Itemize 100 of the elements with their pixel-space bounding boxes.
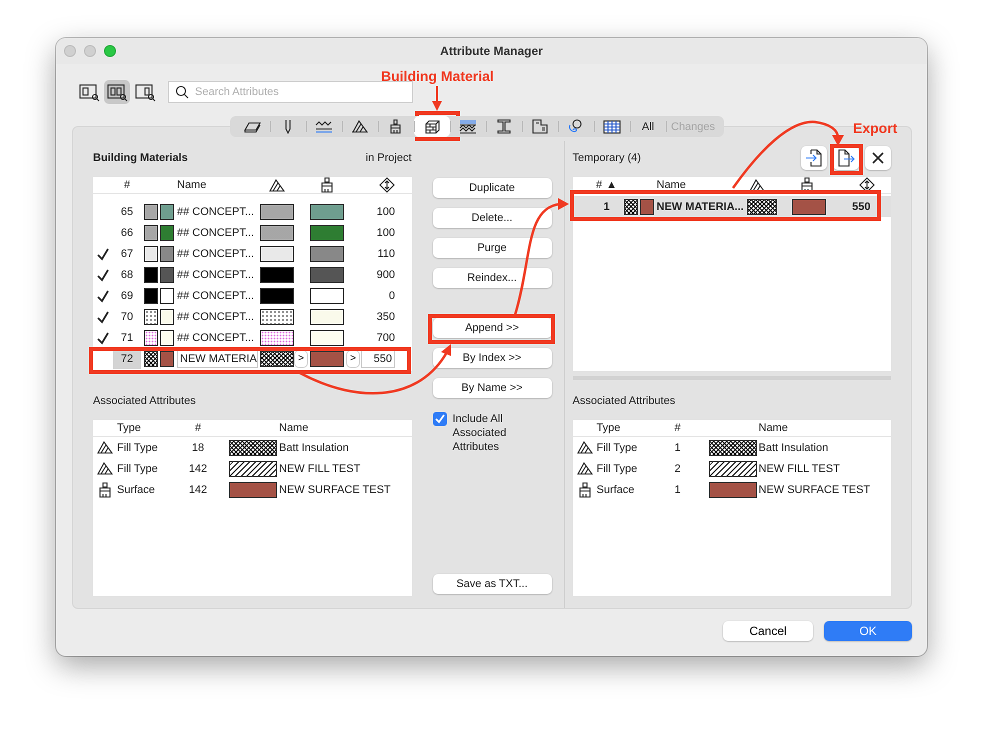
name-cell: ## CONCEPT...	[177, 332, 254, 344]
name-cell: ## CONCEPT...	[177, 206, 254, 218]
tab[interactable]: All	[630, 116, 666, 137]
line-type-icon	[315, 119, 333, 134]
section-title: Associated Attributes	[93, 395, 196, 407]
type-cell-text: Fill Type	[117, 462, 159, 474]
import-button[interactable]	[801, 146, 827, 170]
number-cell[interactable]: 70	[113, 310, 141, 322]
browser-view-icon	[134, 82, 156, 102]
number-cell-text: 18	[190, 442, 206, 454]
fill-swatch	[229, 460, 277, 476]
name-cell: NEW SURFACE TEST	[758, 484, 870, 496]
hatch-icon[interactable]	[748, 178, 764, 192]
tab[interactable]	[414, 116, 450, 137]
table-row[interactable]: 68 ## CONCEPT... 900	[93, 264, 412, 285]
number-cell[interactable]: 66	[113, 226, 141, 238]
number-cell[interactable]: 65	[113, 206, 141, 218]
diamond-arrow-icon[interactable]	[379, 177, 395, 193]
annotation-label: Export	[853, 120, 898, 136]
append-button[interactable]: By Name >>	[432, 378, 552, 398]
action-button[interactable]: Duplicate	[432, 178, 552, 198]
fill-swatch	[229, 440, 277, 456]
table-row[interactable]: 71 ## CONCEPT... 700	[93, 327, 412, 348]
highlight-frame	[415, 111, 460, 141]
hatch-icon[interactable]	[269, 178, 285, 192]
name-cell: ## CONCEPT...	[177, 268, 254, 280]
append-button[interactable]: Append >>	[432, 318, 552, 338]
thickness-cell: 100	[376, 206, 395, 218]
name-cell: Batt Insulation	[758, 442, 828, 454]
section-title: Associated Attributes	[572, 395, 676, 407]
hatch-icon	[97, 440, 113, 456]
type-cell-text: Surface	[117, 484, 156, 496]
table-row[interactable]: 72 NEW MATERIA > > 550	[93, 348, 412, 369]
picker-button[interactable]: >	[295, 350, 307, 366]
brush-icon[interactable]	[798, 177, 814, 193]
checkbox[interactable]	[432, 412, 446, 426]
number-cell-text: 1	[673, 442, 682, 454]
table-row[interactable]: 1 NEW MATERIA... 550	[572, 196, 891, 217]
grid-icon	[603, 119, 621, 134]
table-row[interactable]: 67 ## CONCEPT... 110	[93, 243, 412, 264]
search-icon	[175, 85, 189, 99]
action-button[interactable]: Reindex...	[432, 268, 552, 288]
fill-swatch	[708, 440, 756, 456]
search-field[interactable]: Search Attributes	[168, 81, 413, 103]
document-arrow-icon	[837, 149, 855, 167]
document-arrow-icon	[805, 149, 823, 167]
name-cell: Batt Insulation	[279, 442, 349, 454]
close-icon	[871, 151, 885, 165]
number-cell: 1	[603, 200, 610, 212]
column-header[interactable]: Name	[177, 179, 206, 191]
column-header[interactable]: Name	[758, 422, 788, 434]
table-row[interactable]: 66 ## CONCEPT... 100	[93, 222, 412, 243]
number-cell-text: 142	[188, 484, 208, 496]
column-header[interactable]: Name	[279, 422, 308, 434]
brick-icon	[423, 119, 441, 134]
thickness-cell: 700	[376, 332, 395, 344]
layers-icon	[459, 119, 477, 134]
view-button[interactable]	[104, 80, 130, 104]
action-button[interactable]: Delete...	[432, 208, 552, 228]
cancel-button[interactable]: Cancel	[723, 621, 813, 641]
action-button[interactable]: Purge	[432, 238, 552, 258]
window-title: Attribute Manager	[439, 44, 544, 58]
number-cell[interactable]: 69	[113, 290, 141, 302]
sort-indicator[interactable]: ▲	[606, 179, 617, 191]
annotation-label: Building Material	[381, 68, 494, 84]
column-header[interactable]: Type	[117, 422, 141, 434]
zoom-light[interactable]	[104, 45, 116, 57]
brush-icon[interactable]	[319, 177, 335, 193]
arrow	[432, 86, 442, 111]
hatch-icon	[351, 119, 369, 134]
name-cell: NEW FILL TEST	[279, 462, 360, 474]
number-cell-text: 142	[188, 462, 208, 474]
thickness-cell: 0	[388, 290, 395, 302]
table-row[interactable]: 69 ## CONCEPT... 0	[93, 285, 412, 306]
column-header[interactable]: #	[674, 422, 681, 434]
hatch-icon	[576, 440, 592, 456]
picker-button[interactable]: >	[347, 350, 359, 366]
number-cell-text: 2	[673, 462, 682, 474]
ok-button[interactable]: OK	[824, 621, 912, 641]
type-cell-text: Surface	[596, 484, 636, 496]
column-header[interactable]: #	[596, 179, 602, 191]
number-cell[interactable]: 71	[113, 332, 141, 344]
number-cell[interactable]: 67	[113, 248, 141, 260]
number-cell[interactable]: 68	[113, 268, 141, 280]
save-button[interactable]: Save as TXT...	[432, 574, 552, 594]
floor-plan-icon	[531, 119, 549, 134]
table-row[interactable]: 65 ## CONCEPT... 100	[93, 201, 412, 222]
diamond-arrow-icon[interactable]	[858, 177, 874, 193]
column-header[interactable]: #	[124, 179, 130, 191]
column-header[interactable]: Type	[596, 422, 620, 434]
close-button[interactable]	[865, 146, 891, 170]
type-cell-text: Fill Type	[596, 462, 638, 474]
column-header[interactable]: Name	[656, 179, 686, 191]
column-header[interactable]: #	[194, 422, 202, 434]
brush-icon	[97, 482, 113, 498]
table-row[interactable]: 70 ## CONCEPT... 350	[93, 306, 412, 327]
thickness-cell: 100	[376, 226, 395, 238]
type-cell-text: Fill Type	[596, 442, 638, 454]
number-cell-text: 1	[673, 484, 682, 496]
append-button[interactable]: By Index >>	[432, 348, 552, 368]
